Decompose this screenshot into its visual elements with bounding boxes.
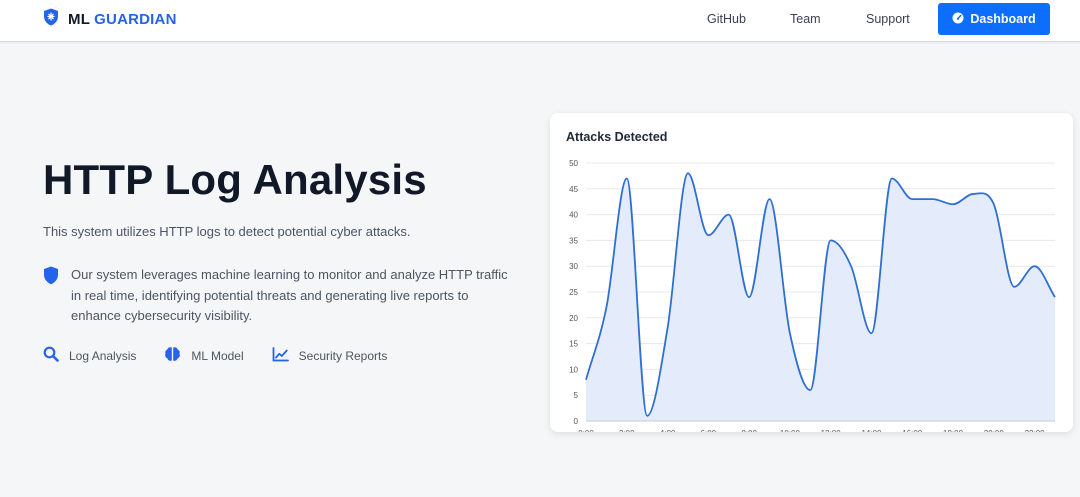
y-tick-label: 30 xyxy=(569,262,578,271)
data-point xyxy=(1033,264,1037,268)
data-point xyxy=(1053,295,1057,299)
data-point xyxy=(686,171,690,175)
x-tick-label: 18:00 xyxy=(943,429,964,432)
y-tick-label: 50 xyxy=(569,159,578,168)
area-fill xyxy=(586,173,1055,421)
x-tick-label: 0:00 xyxy=(578,429,594,432)
data-point xyxy=(808,388,812,392)
data-point xyxy=(869,331,873,335)
data-point xyxy=(788,331,792,335)
x-tick-label: 22:00 xyxy=(1025,429,1046,432)
data-point xyxy=(890,176,894,180)
brand-prefix: ML xyxy=(68,10,90,28)
data-point xyxy=(849,264,853,268)
brand-name: ML GUARDIAN xyxy=(68,11,177,28)
data-point xyxy=(625,176,629,180)
shield-icon xyxy=(43,8,59,31)
link-label: ML Model xyxy=(191,348,244,363)
data-point xyxy=(768,197,772,201)
data-point xyxy=(910,197,914,201)
chart-line-icon xyxy=(272,346,289,365)
link-security-reports[interactable]: Security Reports xyxy=(272,346,388,365)
x-tick-label: 14:00 xyxy=(861,429,882,432)
y-tick-label: 25 xyxy=(569,288,578,297)
y-tick-label: 10 xyxy=(569,365,578,374)
brand-logo[interactable]: ML GUARDIAN xyxy=(43,8,177,31)
y-tick-label: 45 xyxy=(569,185,578,194)
data-point xyxy=(584,378,588,382)
data-point xyxy=(727,213,731,217)
brain-icon xyxy=(164,346,181,365)
attacks-chart: 0 5 10 15 20 25 30 35 40 45 50 0:00 2:00 4:00 6:00 8:00… xyxy=(569,159,1057,432)
dashboard-button[interactable]: Dashboard xyxy=(938,3,1050,35)
data-point xyxy=(931,197,935,201)
data-point xyxy=(971,192,975,196)
link-label: Log Analysis xyxy=(69,348,137,363)
data-point xyxy=(706,233,710,237)
feature-links: Log Analysis ML Model Security Reports xyxy=(43,346,415,365)
x-tick-label: 10:00 xyxy=(780,429,801,432)
y-tick-label: 35 xyxy=(569,236,578,245)
link-log-analysis[interactable]: Log Analysis xyxy=(43,346,136,365)
page-subtitle: This system utilizes HTTP logs to detect… xyxy=(43,224,411,239)
feature-description: Our system leverages machine learning to… xyxy=(43,265,513,327)
y-tick-label: 40 xyxy=(569,211,578,220)
x-tick-label: 4:00 xyxy=(660,429,676,432)
x-tick-label: 2:00 xyxy=(619,429,635,432)
data-point xyxy=(1012,285,1016,289)
nav-link-github[interactable]: GitHub xyxy=(707,12,746,26)
data-point xyxy=(829,238,833,242)
y-tick-label: 15 xyxy=(569,340,578,349)
link-label: Security Reports xyxy=(298,348,388,363)
data-point xyxy=(992,202,996,206)
x-tick-label: 12:00 xyxy=(821,429,842,432)
shield-icon xyxy=(43,266,59,327)
link-ml-model[interactable]: ML Model xyxy=(164,346,244,365)
data-point xyxy=(604,305,608,309)
nav-link-support[interactable]: Support xyxy=(866,12,910,26)
brand-accent-name: GUARDIAN xyxy=(94,10,177,28)
gauge-icon xyxy=(952,12,964,27)
y-tick-label: 20 xyxy=(569,314,578,323)
attacks-chart-card: Attacks Detected 051015202530354045500:0… xyxy=(550,113,1073,432)
dashboard-button-label: Dashboard xyxy=(970,12,1036,26)
x-tick-label: 8:00 xyxy=(741,429,757,432)
x-tick-label: 16:00 xyxy=(902,429,923,432)
y-tick-label: 0 xyxy=(574,417,579,426)
data-point xyxy=(645,414,649,418)
x-tick-label: 6:00 xyxy=(701,429,717,432)
data-point xyxy=(951,202,955,206)
feature-text: Our system leverages machine learning to… xyxy=(71,267,508,323)
nav-link-team[interactable]: Team xyxy=(790,12,821,26)
navbar: ML GUARDIAN GitHub Team Support Dashboar… xyxy=(0,0,1080,42)
page-title: HTTP Log Analysis xyxy=(43,156,427,203)
data-point xyxy=(747,295,751,299)
data-point xyxy=(666,326,670,330)
search-icon xyxy=(43,346,59,365)
y-tick-label: 5 xyxy=(574,391,579,400)
x-tick-label: 20:00 xyxy=(984,429,1005,432)
